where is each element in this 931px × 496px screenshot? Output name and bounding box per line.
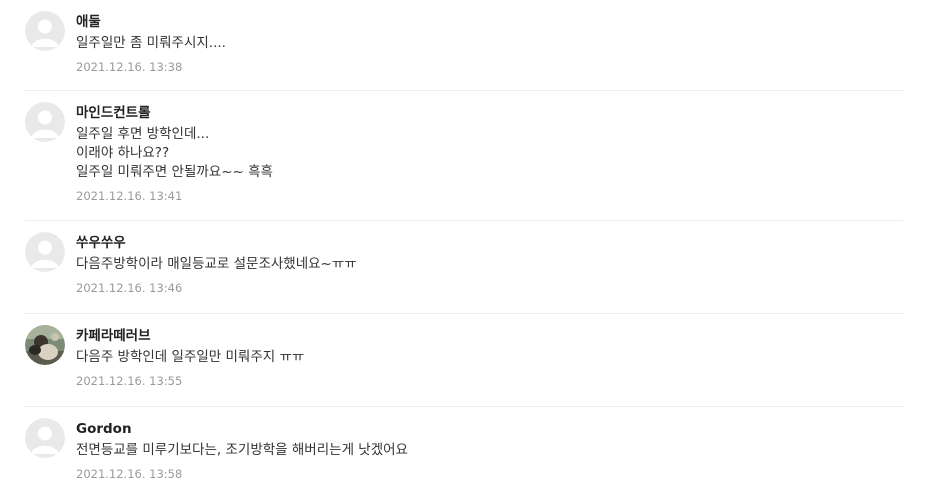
default-avatar-icon[interactable] [25, 418, 65, 458]
comment-text-line: 다음주 방학인데 일주일만 미뤄주지 ㅠㅠ [76, 349, 305, 365]
comment-author[interactable]: 쑤우쑤우 [76, 234, 903, 252]
comment-author[interactable]: Gordon [76, 420, 903, 438]
comment-text-line: 일주일만 좀 미뤄주시지.... [76, 35, 226, 51]
default-avatar-icon[interactable] [25, 11, 65, 51]
comment-item: 카페라떼러브 다음주 방학인데 일주일만 미뤄주지 ㅠㅠ 2021.12.16.… [25, 314, 903, 407]
comment-text: 다음주방학이라 매일등교로 설문조사했네요~ㅠㅠ [76, 255, 903, 274]
comment-text-line: 다음주방학이라 매일등교로 설문조사했네요~ㅠㅠ [76, 256, 357, 272]
comment-date: 2021.12.16. 13:41 [76, 189, 183, 203]
comment-item: 애둘 일주일만 좀 미뤄주시지.... 2021.12.16. 13:38 [25, 0, 903, 91]
default-avatar-icon[interactable] [25, 102, 65, 142]
comment-author[interactable]: 애둘 [76, 13, 903, 31]
comment-text-line: 이래야 하나요?? [76, 145, 170, 161]
comment-text: 전면등교를 미루기보다는, 조기방학을 해버리는게 낫겠어요 [76, 441, 903, 460]
comment-text: 다음주 방학인데 일주일만 미뤄주지 ㅠㅠ [76, 348, 903, 367]
default-avatar-icon[interactable] [25, 232, 65, 272]
comment-list: 애둘 일주일만 좀 미뤄주시지.... 2021.12.16. 13:38 마인… [0, 0, 931, 496]
comment-author[interactable]: 카페라떼러브 [76, 327, 903, 345]
comment-text-line: 전면등교를 미루기보다는, 조기방학을 해버리는게 낫겠어요 [76, 442, 408, 458]
comment-item: Gordon 전면등교를 미루기보다는, 조기방학을 해버리는게 낫겠어요 20… [25, 407, 903, 496]
comment-date: 2021.12.16. 13:58 [76, 467, 183, 481]
profile-photo-avatar[interactable] [25, 325, 65, 365]
comment-author[interactable]: 마인드컨트롤 [76, 104, 903, 122]
comment-item: 쑤우쑤우 다음주방학이라 매일등교로 설문조사했네요~ㅠㅠ 2021.12.16… [25, 221, 903, 314]
comment-text: 일주일 후면 방학인데... 이래야 하나요?? 일주일 미뤄주면 안될까요~~… [76, 125, 903, 182]
comment-text-line: 일주일 후면 방학인데... [76, 126, 210, 142]
comment-item: 마인드컨트롤 일주일 후면 방학인데... 이래야 하나요?? 일주일 미뤄주면… [25, 91, 903, 221]
comment-date: 2021.12.16. 13:38 [76, 60, 183, 74]
comment-date: 2021.12.16. 13:55 [76, 374, 183, 388]
comment-text: 일주일만 좀 미뤄주시지.... [76, 34, 903, 53]
comment-text-line: 일주일 미뤄주면 안될까요~~ 흑흑 [76, 164, 273, 180]
comment-date: 2021.12.16. 13:46 [76, 281, 183, 295]
